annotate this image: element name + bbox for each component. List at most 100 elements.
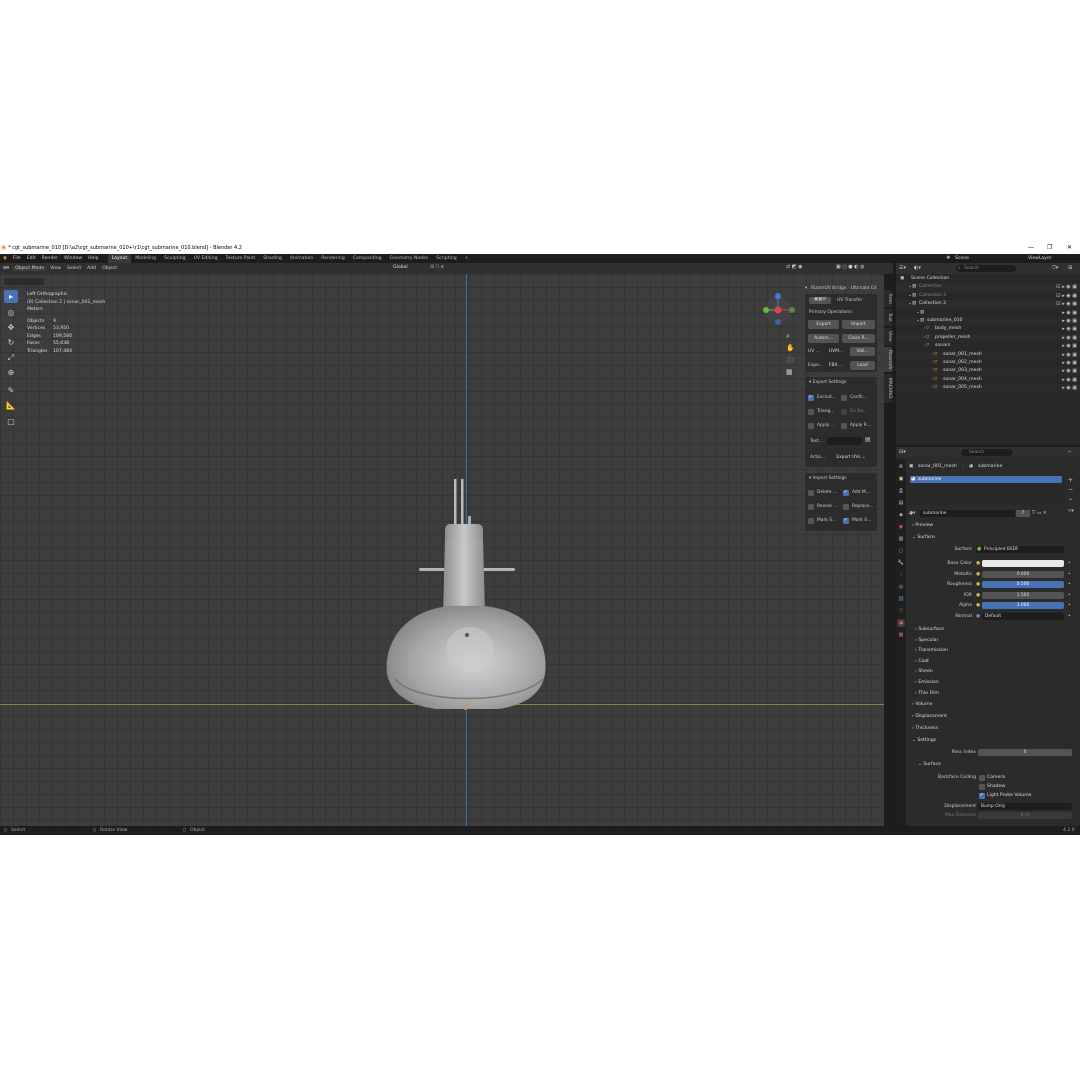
outliner-row[interactable]: ›▽ sonar_005_mesh ▸ ◉ ▣ bbox=[896, 384, 1080, 393]
scene-selector-icon[interactable]: ❖ bbox=[946, 255, 950, 261]
menu-window[interactable]: Window bbox=[61, 256, 85, 261]
transform-orientation[interactable]: Global bbox=[393, 265, 408, 270]
transform-tool-icon[interactable]: ⊕ bbox=[4, 366, 18, 379]
view-layer-tab-icon[interactable]: ▤ bbox=[897, 499, 905, 507]
zoom-icon[interactable]: ⌕ bbox=[786, 330, 795, 342]
visibility-toggle-icon[interactable]: ▸ ◉ ▣ bbox=[1062, 317, 1077, 325]
properties-search-input[interactable]: Search bbox=[961, 449, 1013, 456]
user-count[interactable]: 7 bbox=[1016, 510, 1030, 517]
3d-viewport[interactable]: ▸ ◎ ✥ ↻ ⤢ ⊕ ✎ 📐 ▢ Left Orthographic (0) … bbox=[0, 274, 884, 826]
apply-modifiers-checkbox[interactable] bbox=[808, 423, 814, 429]
menu-edit[interactable]: Edit bbox=[24, 256, 39, 261]
tab-shading[interactable]: Shading bbox=[259, 254, 286, 263]
subsection-specular[interactable]: › Specular bbox=[915, 638, 938, 643]
shading-mode-icons[interactable]: ▣ ○ ● ◐ ◍ bbox=[836, 264, 865, 270]
volume-section[interactable]: › Volume bbox=[912, 702, 932, 707]
material-value-field[interactable]: Default bbox=[982, 613, 1064, 620]
material-tab-icon[interactable]: ◕ bbox=[897, 619, 905, 627]
object-tab-icon[interactable]: ▢ bbox=[897, 547, 905, 555]
folder-icon[interactable]: ▤ bbox=[865, 436, 871, 443]
subsection-subsurface[interactable]: › Subsurface bbox=[915, 627, 944, 632]
load-button[interactable]: Load bbox=[850, 361, 875, 370]
socket-icon[interactable]: ● bbox=[976, 582, 980, 587]
visibility-toggle-icon[interactable]: ▸ ◉ ▣ bbox=[1062, 376, 1077, 384]
delete-checkbox[interactable] bbox=[808, 490, 814, 496]
add-m-checkbox[interactable] bbox=[843, 489, 849, 496]
visibility-toggle-icon[interactable]: ☑ ▸ ◉ ▣ bbox=[1056, 283, 1077, 291]
visibility-toggle-icon[interactable]: ▸ ◉ ▣ bbox=[1062, 325, 1077, 333]
annotate-tool-icon[interactable]: ✎ bbox=[4, 384, 18, 397]
uv-mode-icons[interactable]: ▣▦⚙ bbox=[809, 297, 831, 304]
outliner-row[interactable]: ⌄▥ Collection 2 ☑ ▸ ◉ ▣ bbox=[896, 300, 1080, 309]
subsection-emission[interactable]: › Emission bbox=[915, 680, 939, 685]
outliner-search-input[interactable]: Search bbox=[956, 265, 1016, 272]
visibility-toggle-icon[interactable]: ▸ ◉ ▣ bbox=[1062, 309, 1077, 317]
settings-surface-subsection[interactable]: ⌄ Surface bbox=[918, 762, 941, 767]
pin-icon[interactable]: ⌖ bbox=[1068, 449, 1071, 455]
menu-file[interactable]: File bbox=[10, 256, 24, 261]
scene-tab-icon[interactable]: ◈ bbox=[897, 511, 905, 519]
tab-modeling[interactable]: Modeling bbox=[131, 254, 160, 263]
visibility-toggle-icon[interactable]: ▸ ◉ ▣ bbox=[1062, 367, 1077, 375]
material-value-field[interactable]: 1.500 bbox=[982, 591, 1064, 599]
maximize-button[interactable]: ❐ bbox=[1047, 244, 1052, 251]
visibility-toggle-icon[interactable]: ▸ ◉ ▣ bbox=[1062, 359, 1077, 367]
socket-icon[interactable]: ● bbox=[976, 561, 980, 566]
keyframe-icon[interactable]: • bbox=[1068, 561, 1071, 566]
outliner-row[interactable]: ›▽ sonars ▸ ◉ ▣ bbox=[896, 342, 1080, 350]
outliner-row[interactable]: ›▽ propeller_mesh ▸ ◉ ▣ bbox=[896, 333, 1080, 343]
base-color-swatch[interactable] bbox=[982, 560, 1064, 567]
socket-icon[interactable]: ● bbox=[976, 572, 980, 577]
render-tab-icon[interactable]: ▣ bbox=[897, 475, 905, 483]
constraints-tab-icon[interactable]: ⛓ bbox=[897, 595, 905, 603]
text-path-input[interactable] bbox=[827, 437, 862, 445]
outliner-row[interactable]: ›▽ body_mesh ▸ ◉ ▣ bbox=[896, 325, 1080, 333]
subsection-coat[interactable]: › Coat bbox=[915, 659, 929, 664]
gizmo-toggle-icon[interactable]: ⇄ ◩ ◉ bbox=[786, 264, 802, 270]
collection-tab-icon[interactable]: ▥ bbox=[897, 535, 905, 543]
automatic-button[interactable]: Autom... bbox=[808, 334, 839, 343]
material-name-field[interactable]: submarine bbox=[920, 510, 1015, 517]
scene-name[interactable]: Scene bbox=[955, 256, 969, 261]
scale-tool-icon[interactable]: ⤢ bbox=[4, 351, 18, 364]
physics-tab-icon[interactable]: ◍ bbox=[897, 583, 905, 591]
world-tab-icon[interactable]: ◉ bbox=[897, 523, 905, 531]
settings-section[interactable]: ⌄ Settings bbox=[912, 738, 936, 743]
outliner-row[interactable]: ›▽ sonar_001_mesh ▸ ◉ ▣ bbox=[896, 350, 1080, 359]
outliner-row[interactable]: ⌄▥ submarine_010 ▸ ◉ ▣ bbox=[896, 317, 1080, 326]
outliner-row[interactable]: ⌄▥ Collection ☑ ▸ ◉ ▣ bbox=[896, 283, 1080, 292]
shadow-checkbox[interactable] bbox=[979, 784, 985, 790]
menu-select[interactable]: Select bbox=[64, 266, 84, 271]
outliner-row[interactable]: ⌄▥ Collection 3 ☑ ▸ ◉ ▣ bbox=[896, 292, 1080, 300]
minimize-button[interactable]: — bbox=[1028, 244, 1034, 251]
tool-tab-icon[interactable]: ✇ bbox=[897, 463, 905, 471]
tab-sculpting[interactable]: Sculpting bbox=[160, 254, 189, 263]
editor-type-icon[interactable]: ⊞▾ bbox=[0, 266, 12, 271]
measure-tool-icon[interactable]: 📐 bbox=[4, 399, 18, 412]
socket-icon[interactable]: ● bbox=[976, 614, 980, 619]
thickness-section[interactable]: › Thickness bbox=[912, 726, 938, 731]
ortho-grid-icon[interactable]: ▦ bbox=[786, 366, 795, 378]
socket-icon[interactable]: ● bbox=[976, 603, 980, 608]
add-workspace-button[interactable]: + bbox=[461, 254, 473, 263]
uv-map-dropdown[interactable]: UVM... bbox=[824, 347, 848, 356]
keyframe-icon[interactable]: • bbox=[1068, 593, 1071, 598]
tab-uv-editing[interactable]: UV Editing bbox=[190, 254, 222, 263]
material-value-field[interactable]: 1.000 bbox=[982, 602, 1064, 610]
outliner-row[interactable]: ›▽ sonar_002_mesh ▸ ◉ ▣ bbox=[896, 359, 1080, 367]
filter-icon[interactable]: ⛉▾ bbox=[1052, 265, 1058, 271]
visibility-toggle-icon[interactable]: ▸ ◉ ▣ bbox=[1062, 351, 1077, 359]
submarine-model[interactable] bbox=[375, 464, 560, 709]
visibility-toggle-icon[interactable]: ☑ ▸ ◉ ▣ bbox=[1056, 292, 1077, 300]
material-filter-icon[interactable]: ▽▾ bbox=[1068, 509, 1074, 514]
add-cube-tool-icon[interactable]: ▢ bbox=[4, 415, 18, 428]
keyframe-icon[interactable]: • bbox=[1068, 582, 1071, 587]
mode-selector[interactable]: Object Mode bbox=[12, 266, 48, 271]
tab-geometry-nodes[interactable]: Geometry Nodes bbox=[386, 254, 433, 263]
pass-index-field[interactable]: 0 bbox=[978, 749, 1072, 756]
close-button[interactable]: ✕ bbox=[1067, 244, 1072, 251]
mark-seams-checkbox[interactable] bbox=[808, 518, 814, 524]
surface-shader-field[interactable]: Principled BSDF bbox=[976, 546, 1064, 553]
subsection-sheen[interactable]: › Sheen bbox=[915, 669, 933, 674]
tab-animation[interactable]: Animation bbox=[286, 254, 317, 263]
